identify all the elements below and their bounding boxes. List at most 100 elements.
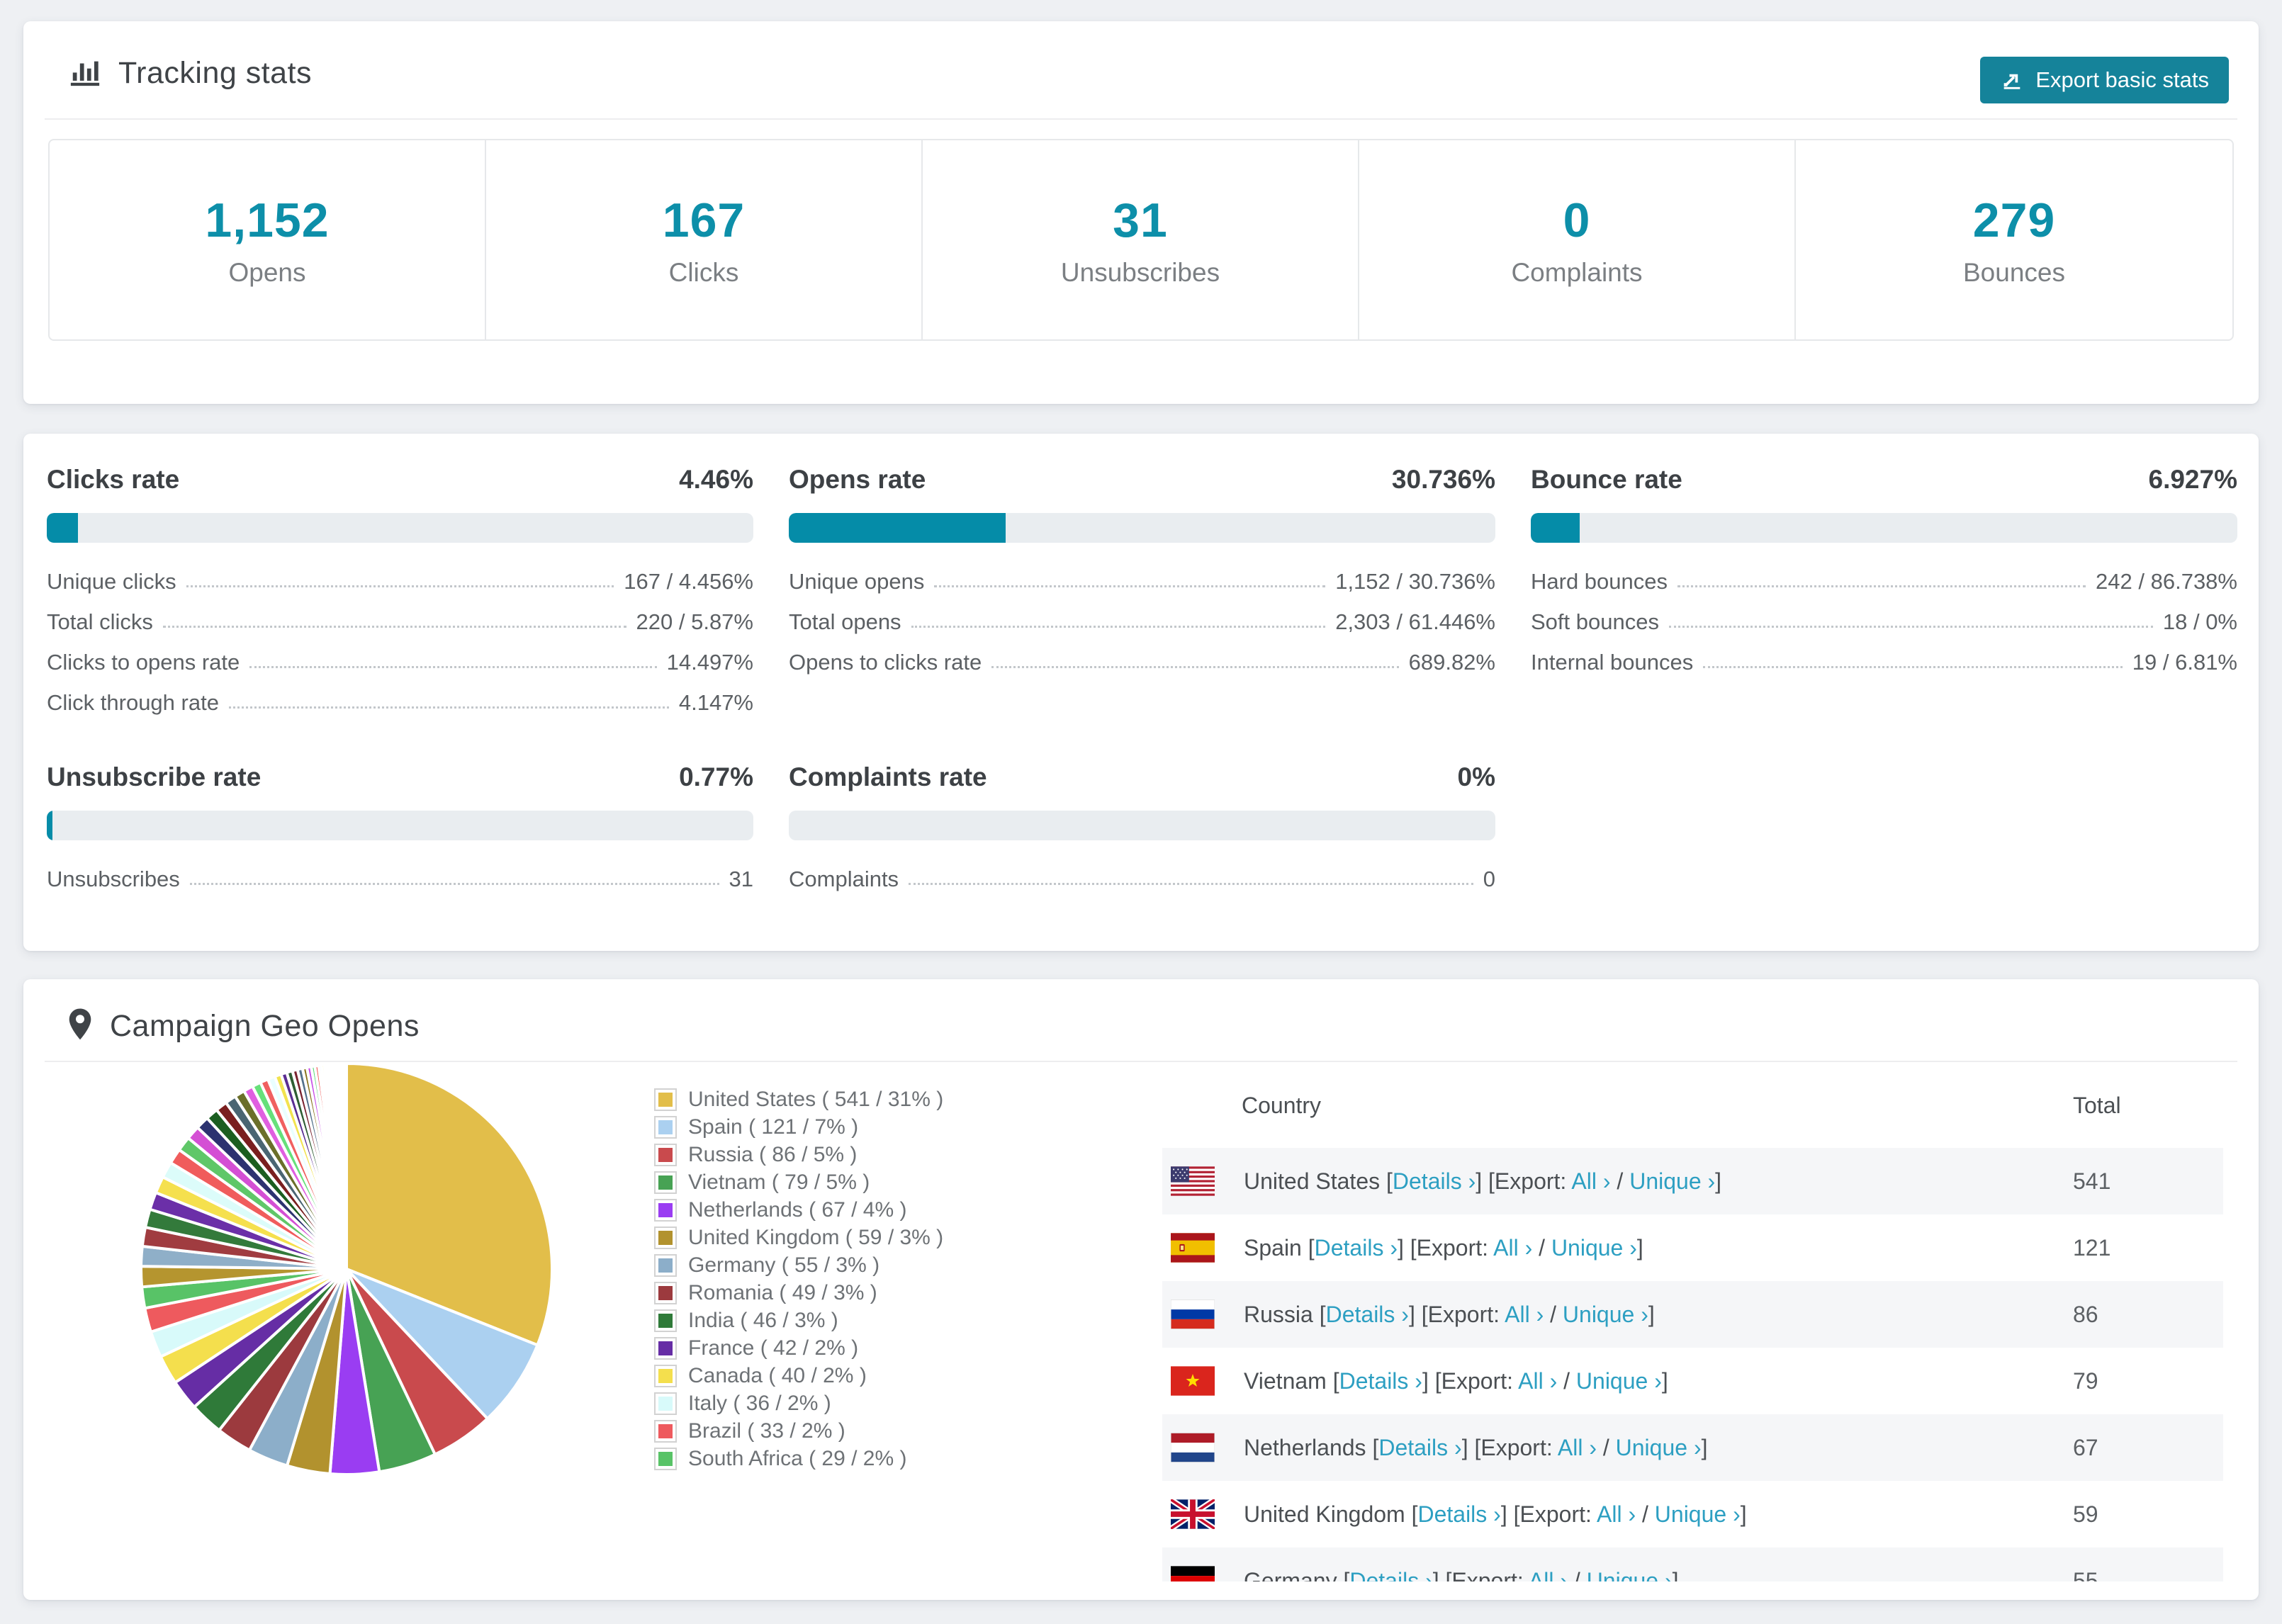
- legend-label: France ( 42 / 2% ): [688, 1336, 859, 1360]
- flag-icon-vn: [1171, 1366, 1215, 1396]
- rate-row-label: Unique clicks: [47, 568, 176, 594]
- rate-row-value: 14.497%: [666, 649, 753, 675]
- legend-item-italy[interactable]: Italy ( 36 / 2% ): [654, 1389, 943, 1417]
- rate-row: Hard bounces 242 / 86.738%: [1531, 561, 2237, 602]
- export-all-link[interactable]: All ›: [1529, 1568, 1568, 1582]
- details-link[interactable]: Details ›: [1339, 1368, 1422, 1394]
- country-name: United Kingdom: [1244, 1501, 1405, 1527]
- export-all-link[interactable]: All ›: [1597, 1501, 1636, 1527]
- header-divider: [45, 118, 2237, 120]
- progress-bar-fill: [789, 513, 1006, 543]
- legend-item-vietnam[interactable]: Vietnam ( 79 / 5% ): [654, 1168, 943, 1196]
- legend-color: [658, 1368, 673, 1383]
- rate-row: Click through rate 4.147%: [47, 682, 753, 723]
- dotted-leader: [249, 666, 657, 668]
- total-cell: 59: [2073, 1501, 2098, 1527]
- details-link[interactable]: Details ›: [1378, 1435, 1461, 1460]
- progress-bar-fill: [47, 513, 79, 543]
- country-cell: Vietnam [Details ›] [Export: All › / Uni…: [1244, 1368, 1668, 1394]
- legend-item-united-states[interactable]: United States ( 541 / 31% ): [654, 1086, 943, 1113]
- rate-row: Unique clicks 167 / 4.456%: [47, 561, 753, 602]
- export-unique-link[interactable]: Unique ›: [1629, 1168, 1715, 1194]
- rate-block-0: Clicks rate 4.46% Unique clicks 167 / 4.456…: [47, 465, 753, 723]
- legend-label: Germany ( 55 / 3% ): [688, 1253, 880, 1277]
- rate-row-label: Unsubscribes: [47, 866, 180, 891]
- legend-item-south-africa[interactable]: South Africa ( 29 / 2% ): [654, 1445, 943, 1472]
- table-row-es: Spain [Details ›] [Export: All › / Uniqu…: [1162, 1214, 2223, 1281]
- country-name: Spain: [1244, 1234, 1302, 1261]
- dotted-leader: [228, 706, 669, 709]
- rate-row: Soft bounces 18 / 0%: [1531, 602, 2237, 642]
- legend-item-spain[interactable]: Spain ( 121 / 7% ): [654, 1113, 943, 1141]
- rate-value: 4.46%: [679, 465, 753, 494]
- flag-icon-us: [1171, 1166, 1215, 1196]
- rate-row: Opens to clicks rate 689.82%: [789, 642, 1495, 682]
- export-unique-link[interactable]: Unique ›: [1563, 1302, 1648, 1327]
- details-link[interactable]: Details ›: [1326, 1302, 1409, 1327]
- legend-swatch: [654, 1281, 677, 1304]
- export-unique-link[interactable]: Unique ›: [1576, 1368, 1662, 1394]
- rate-row-value: 167 / 4.456%: [624, 568, 753, 594]
- legend-item-india[interactable]: India ( 46 / 3% ): [654, 1307, 943, 1334]
- rate-block-1: Opens rate 30.736% Unique opens 1,152 / 30.…: [789, 465, 1495, 723]
- tracking-stats-card: Tracking stats Export basic stats 1,152 O…: [23, 21, 2259, 404]
- rate-block-2: Bounce rate 6.927% Hard bounces 242 / 86.73…: [1531, 465, 2237, 723]
- progress-bar: [1531, 513, 2237, 543]
- stat-value: 31: [1113, 193, 1168, 247]
- export-basic-stats-button[interactable]: Export basic stats: [1980, 57, 2229, 103]
- export-unique-link[interactable]: Unique ›: [1616, 1435, 1702, 1460]
- export-all-link[interactable]: All ›: [1505, 1302, 1544, 1327]
- export-all-link[interactable]: All ›: [1518, 1368, 1557, 1394]
- legend-item-canada[interactable]: Canada ( 40 / 2% ): [654, 1362, 943, 1389]
- rate-row-value: 689.82%: [1408, 649, 1495, 675]
- legend-swatch: [654, 1419, 677, 1443]
- legend-item-brazil[interactable]: Brazil ( 33 / 2% ): [654, 1417, 943, 1445]
- details-link[interactable]: Details ›: [1393, 1168, 1476, 1194]
- rate-value: 30.736%: [1391, 465, 1495, 494]
- stat-value: 167: [662, 193, 746, 247]
- table-row-gb: United Kingdom [Details ›] [Export: All …: [1162, 1481, 2223, 1547]
- legend-item-romania[interactable]: Romania ( 49 / 3% ): [654, 1279, 943, 1307]
- legend-item-france[interactable]: France ( 42 / 2% ): [654, 1334, 943, 1362]
- country-cell: United States [Details ›] [Export: All ›…: [1244, 1168, 1722, 1194]
- legend-color: [658, 1120, 673, 1134]
- country-name: Germany: [1244, 1567, 1337, 1582]
- stat-label: Bounces: [1963, 257, 2065, 287]
- legend-item-netherlands[interactable]: Netherlands ( 67 / 4% ): [654, 1196, 943, 1224]
- legend-color: [658, 1313, 673, 1328]
- rates-grid: Clicks rate 4.46% Unique clicks 167 / 4.456…: [23, 434, 2259, 899]
- legend-label: Romania ( 49 / 3% ): [688, 1280, 877, 1304]
- table-row-us: United States [Details ›] [Export: All ›…: [1162, 1148, 2223, 1214]
- export-unique-link[interactable]: Unique ›: [1655, 1501, 1741, 1527]
- rate-rows: Unique opens 1,152 / 30.736% Total opens 2,…: [789, 561, 1495, 682]
- stat-cell-bounces: 279 Bounces: [1796, 140, 2232, 339]
- stat-cell-opens: 1,152 Opens: [50, 140, 486, 339]
- details-link[interactable]: Details ›: [1417, 1501, 1500, 1527]
- progress-bar: [789, 811, 1495, 840]
- export-all-link[interactable]: All ›: [1558, 1435, 1597, 1460]
- export-unique-link[interactable]: Unique ›: [1587, 1568, 1673, 1582]
- table-row-de: Germany [Details ›] [Export: All › / Uni…: [1162, 1547, 2223, 1581]
- progress-bar: [47, 513, 753, 543]
- legend-item-united-kingdom[interactable]: United Kingdom ( 59 / 3% ): [654, 1224, 943, 1251]
- details-link[interactable]: Details ›: [1315, 1235, 1398, 1261]
- geo-title: Campaign Geo Opens: [110, 1009, 420, 1043]
- rate-row-value: 2,303 / 61.446%: [1335, 609, 1495, 634]
- rate-rows: Unique clicks 167 / 4.456% Total clicks 220…: [47, 561, 753, 723]
- legend-item-russia[interactable]: Russia ( 86 / 5% ): [654, 1141, 943, 1168]
- export-unique-link[interactable]: Unique ›: [1551, 1235, 1637, 1261]
- rate-row-value: 31: [729, 866, 753, 891]
- export-all-link[interactable]: All ›: [1493, 1235, 1532, 1261]
- pie-legend: United States ( 541 / 31% ) Spain ( 121 /…: [654, 1086, 943, 1472]
- export-all-link[interactable]: All ›: [1571, 1168, 1610, 1194]
- details-link[interactable]: Details ›: [1349, 1568, 1432, 1582]
- legend-item-germany[interactable]: Germany ( 55 / 3% ): [654, 1251, 943, 1279]
- rate-row: Unsubscribes 31: [47, 859, 753, 899]
- map-pin-icon: [67, 1008, 93, 1045]
- geo-header: Campaign Geo Opens: [23, 979, 2259, 1045]
- country-cell: Spain [Details ›] [Export: All › / Uniqu…: [1244, 1234, 1643, 1261]
- geo-table-header: Country Total: [1162, 1093, 2223, 1128]
- country-name: United States: [1244, 1168, 1381, 1194]
- stat-label: Unsubscribes: [1060, 257, 1220, 287]
- legend-color: [658, 1451, 673, 1466]
